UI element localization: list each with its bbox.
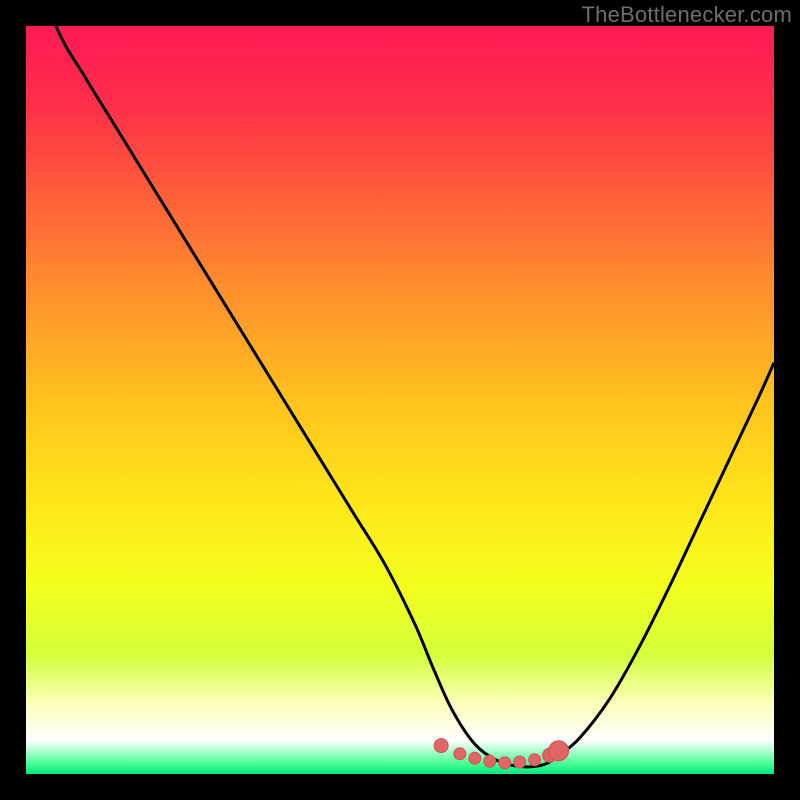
optimal-marker <box>549 741 569 761</box>
optimal-marker <box>484 755 496 767</box>
optimal-marker <box>499 757 511 769</box>
optimal-marker <box>529 754 541 766</box>
optimal-marker <box>434 739 448 753</box>
attribution-label: TheBottlenecker.com <box>582 2 792 27</box>
optimal-marker <box>514 756 526 768</box>
attribution-link[interactable]: TheBottlenecker.com <box>582 2 792 28</box>
optimal-marker <box>454 748 466 760</box>
bottleneck-chart <box>26 26 774 774</box>
optimal-marker <box>469 752 481 764</box>
chart-frame <box>26 26 774 774</box>
gradient-background <box>26 26 774 774</box>
